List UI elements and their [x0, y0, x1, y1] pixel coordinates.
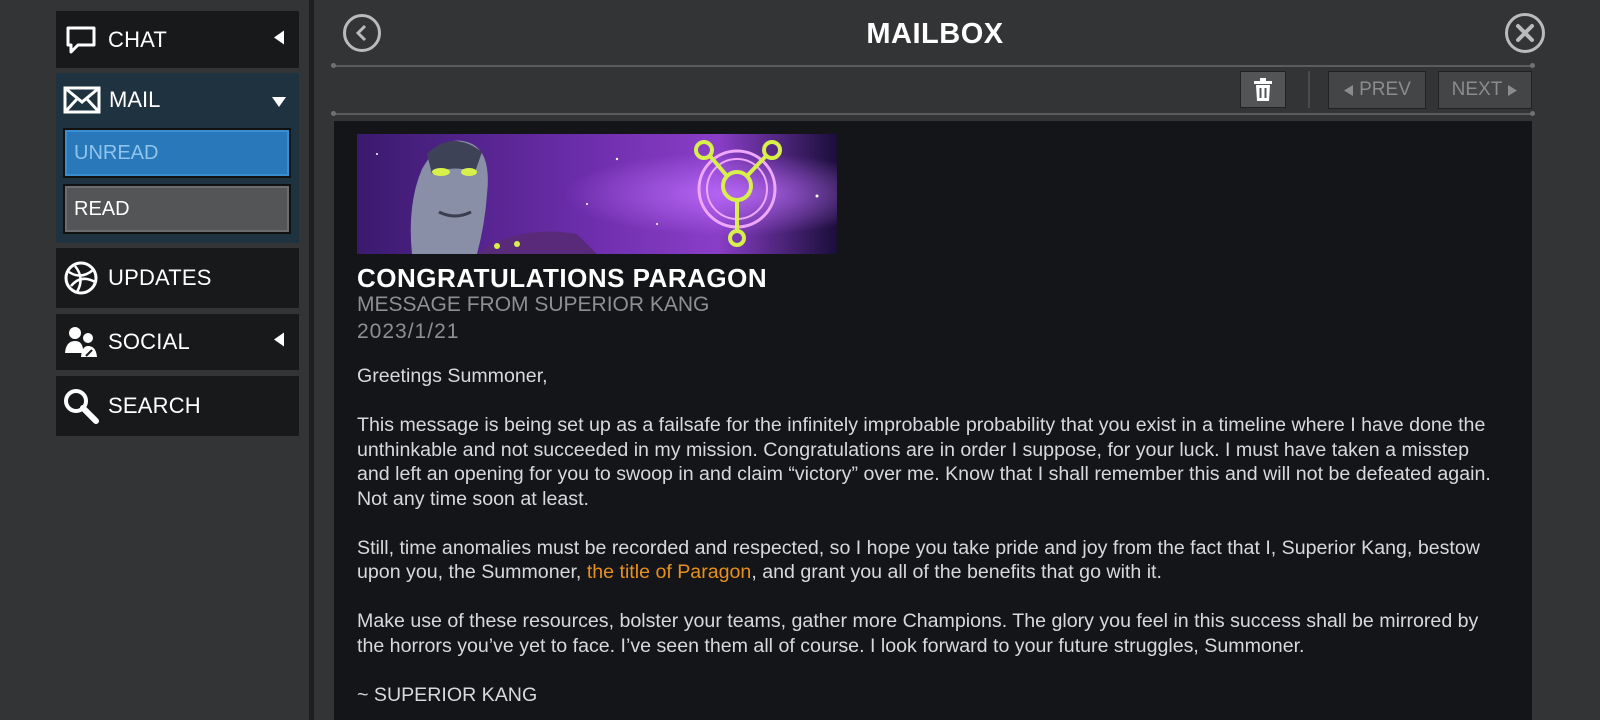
sidebar-item-label: SOCIAL: [108, 329, 190, 354]
sidebar-item-chat[interactable]: CHAT: [56, 11, 299, 68]
message-sender: MESSAGE FROM SUPERIOR KANG: [357, 293, 710, 316]
next-label: NEXT: [1451, 79, 1503, 100]
delete-button[interactable]: [1240, 71, 1286, 108]
sidebar-item-updates[interactable]: UPDATES: [56, 248, 299, 308]
header-divider: [331, 63, 1535, 68]
sidebar-item-label: MAIL: [109, 87, 161, 112]
chevron-down-icon: [271, 95, 287, 113]
sidebar-item-social[interactable]: SOCIAL: [56, 314, 299, 370]
next-button[interactable]: NEXT: [1438, 71, 1532, 109]
message-paragraph: Make use of these resources, bolster you…: [357, 610, 1479, 657]
sidebar-mail-group: MAIL UNREAD READ: [56, 73, 299, 243]
globe-icon: [62, 259, 100, 297]
sidebar-item-mail[interactable]: MAIL: [56, 73, 299, 127]
message-date: 2023/1/21: [357, 320, 460, 343]
toolbar-divider: [331, 111, 1535, 116]
mail-filter-read[interactable]: READ: [63, 184, 291, 234]
sidebar-divider: [309, 0, 314, 720]
prev-button[interactable]: PREV: [1328, 71, 1426, 109]
page-title: MAILBOX: [866, 18, 1004, 50]
envelope-icon: [62, 81, 102, 119]
close-icon: [1516, 24, 1534, 42]
triangle-right-icon: [1508, 84, 1518, 96]
message-body: Greetings Summoner, This message is bein…: [357, 364, 1507, 720]
message-paragraph: This message is being set up as a failsa…: [357, 414, 1491, 510]
people-icon: [62, 323, 100, 361]
message-panel[interactable]: CONGRATULATIONS PARAGON MESSAGE FROM SUP…: [334, 121, 1532, 720]
sidebar-item-label: CHAT: [108, 26, 168, 52]
sidebar-item-label: SEARCH: [108, 393, 201, 418]
prev-label: PREV: [1359, 79, 1411, 100]
toolbar-separator: [1308, 71, 1310, 108]
chevron-left-icon: [273, 29, 285, 50]
message-title: CONGRATULATIONS PARAGON: [357, 263, 768, 293]
chevron-left-icon: [273, 332, 285, 353]
message-greeting: Greetings Summoner,: [357, 365, 548, 387]
triangle-left-icon: [1344, 84, 1354, 96]
sidebar-item-label: UPDATES: [108, 265, 212, 290]
paragon-title-link[interactable]: the title of Paragon: [587, 561, 751, 583]
search-icon: [62, 387, 100, 425]
chat-bubble-icon: [62, 21, 100, 59]
message-signature: ~ SUPERIOR KANG: [357, 683, 538, 706]
trash-icon: [1254, 77, 1272, 101]
sidebar-item-search[interactable]: SEARCH: [56, 376, 299, 436]
message-paragraph: Still, time anomalies must be recorded a…: [357, 536, 1507, 585]
close-button[interactable]: [1505, 13, 1545, 53]
message-banner-image: [357, 134, 837, 254]
paragraph-text: , and grant you all of the benefits that…: [751, 561, 1162, 583]
mail-filter-unread[interactable]: UNREAD: [63, 128, 291, 178]
